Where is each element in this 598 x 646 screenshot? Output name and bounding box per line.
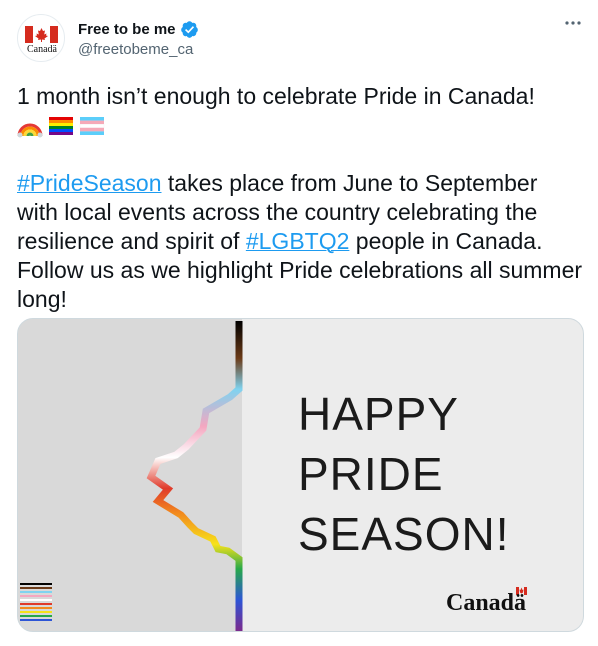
tweet: Canadä Free to be me @freetobeme_ca 1 mo… — [0, 0, 598, 646]
tweet-line-1: 1 month isn’t enough to celebrate Pride … — [17, 83, 535, 109]
tweet-paragraph-2: #PrideSeason takes place from June to Se… — [17, 169, 583, 314]
transgender-flag-emoji — [79, 116, 105, 135]
canada-flag-icon — [25, 26, 58, 43]
emoji-row — [17, 111, 583, 140]
verified-badge-icon — [180, 20, 198, 38]
avatar-wordmark: Canadä — [27, 44, 57, 55]
author-name-row: Free to be me — [78, 18, 199, 40]
tweet-text: 1 month isn’t enough to celebrate Pride … — [17, 82, 583, 314]
rainbow-emoji — [17, 123, 43, 137]
hashtag-lgbtq2[interactable]: #LGBTQ2 — [246, 228, 350, 254]
pride-stripes-icon — [20, 583, 52, 621]
more-options-icon[interactable] — [562, 14, 584, 32]
hashtag-prideseason[interactable]: #PrideSeason — [17, 170, 162, 196]
handle[interactable]: @freetobeme_ca — [78, 41, 193, 58]
media-canada-wordmark: Canadä — [446, 590, 527, 616]
display-name[interactable]: Free to be me — [78, 21, 176, 38]
media-line-pride: PRIDE — [298, 448, 444, 500]
media-line-season: SEASON! — [298, 508, 510, 560]
avatar[interactable]: Canadä — [17, 14, 65, 62]
media-line-happy: HAPPY — [298, 388, 459, 440]
rainbow-flag-emoji — [49, 116, 73, 135]
media-image[interactable]: HAPPY PRIDE SEASON! Canadä — [17, 318, 584, 632]
